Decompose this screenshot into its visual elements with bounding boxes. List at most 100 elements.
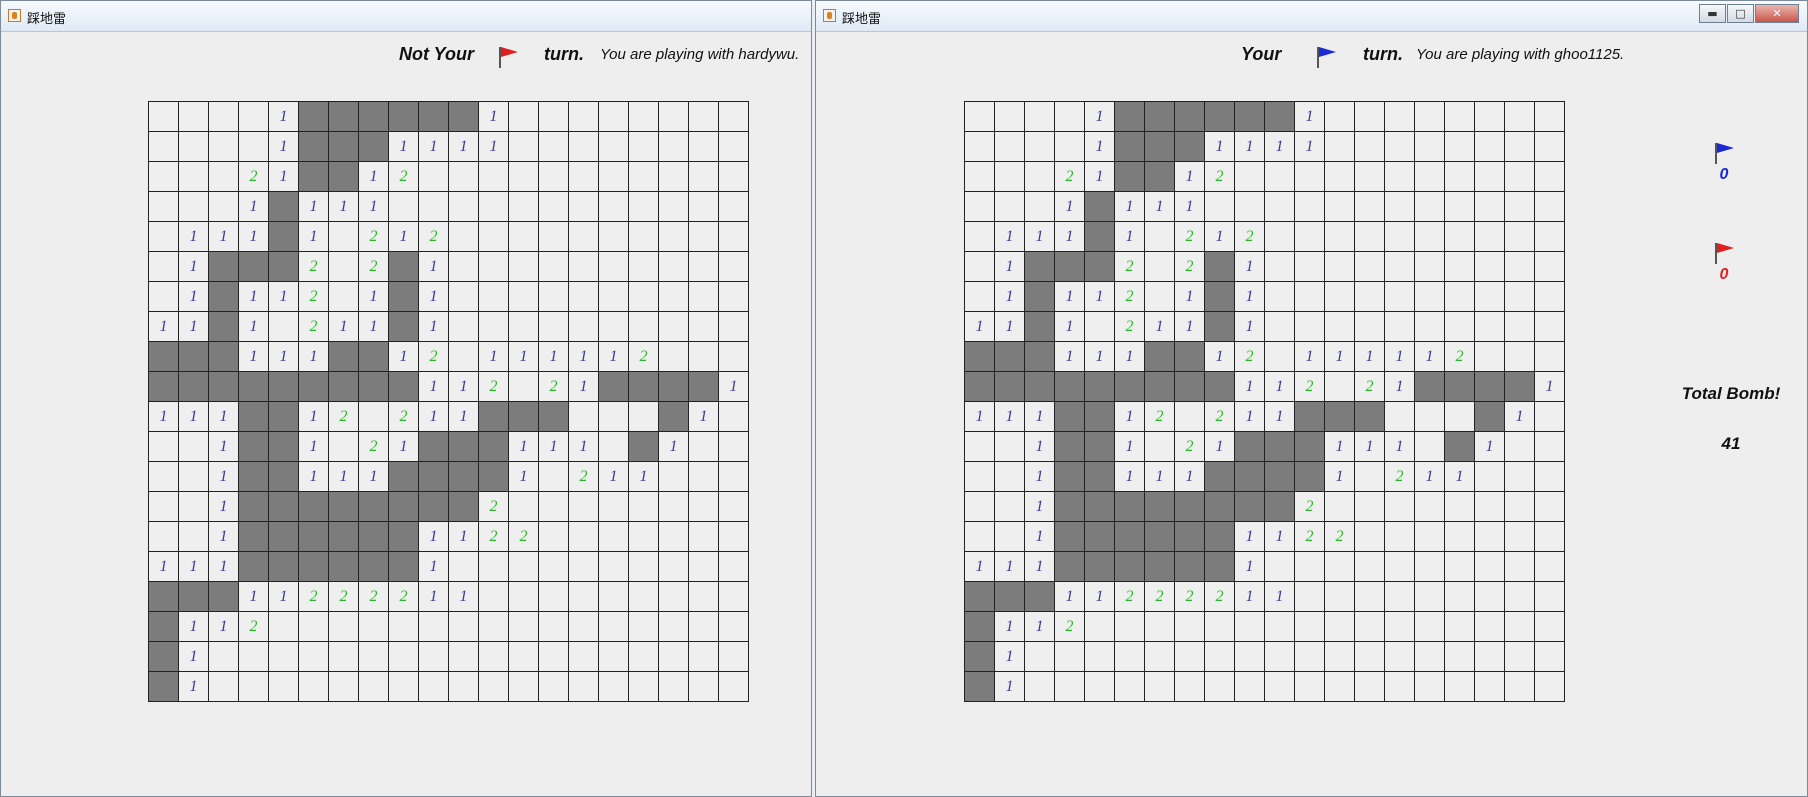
unopened-cell[interactable] (179, 582, 209, 612)
empty-cell[interactable] (1415, 672, 1445, 702)
number-cell[interactable]: 1 (1055, 582, 1085, 612)
unopened-cell[interactable] (269, 222, 299, 252)
empty-cell[interactable] (689, 642, 719, 672)
empty-cell[interactable] (149, 192, 179, 222)
number-cell[interactable]: 2 (1295, 522, 1325, 552)
number-cell[interactable]: 1 (995, 552, 1025, 582)
unopened-cell[interactable] (1145, 102, 1175, 132)
empty-cell[interactable] (1505, 102, 1535, 132)
empty-cell[interactable] (1445, 612, 1475, 642)
empty-cell[interactable] (299, 642, 329, 672)
unopened-cell[interactable] (1235, 462, 1265, 492)
empty-cell[interactable] (1445, 642, 1475, 672)
empty-cell[interactable] (1145, 432, 1175, 462)
empty-cell[interactable] (209, 162, 239, 192)
empty-cell[interactable] (1355, 642, 1385, 672)
unopened-cell[interactable] (1235, 432, 1265, 462)
unopened-cell[interactable] (659, 372, 689, 402)
empty-cell[interactable] (209, 642, 239, 672)
number-cell[interactable]: 1 (1115, 342, 1145, 372)
unopened-cell[interactable] (269, 552, 299, 582)
number-cell[interactable]: 1 (179, 642, 209, 672)
empty-cell[interactable] (1535, 282, 1565, 312)
empty-cell[interactable] (1025, 102, 1055, 132)
empty-cell[interactable] (509, 252, 539, 282)
empty-cell[interactable] (569, 192, 599, 222)
number-cell[interactable]: 1 (449, 582, 479, 612)
empty-cell[interactable] (1385, 312, 1415, 342)
number-cell[interactable]: 1 (659, 432, 689, 462)
empty-cell[interactable] (1355, 582, 1385, 612)
empty-cell[interactable] (1445, 192, 1475, 222)
empty-cell[interactable] (479, 162, 509, 192)
empty-cell[interactable] (1265, 252, 1295, 282)
number-cell[interactable]: 1 (1055, 192, 1085, 222)
number-cell[interactable]: 1 (965, 552, 995, 582)
empty-cell[interactable] (1355, 612, 1385, 642)
empty-cell[interactable] (629, 132, 659, 162)
number-cell[interactable]: 1 (1415, 462, 1445, 492)
number-cell[interactable]: 1 (1115, 222, 1145, 252)
empty-cell[interactable] (269, 612, 299, 642)
empty-cell[interactable] (1325, 612, 1355, 642)
empty-cell[interactable] (1355, 132, 1385, 162)
number-cell[interactable]: 1 (1265, 522, 1295, 552)
empty-cell[interactable] (1355, 312, 1385, 342)
number-cell[interactable]: 1 (1025, 402, 1055, 432)
empty-cell[interactable] (965, 132, 995, 162)
empty-cell[interactable] (569, 642, 599, 672)
unopened-cell[interactable] (1085, 462, 1115, 492)
number-cell[interactable]: 1 (269, 132, 299, 162)
empty-cell[interactable] (329, 432, 359, 462)
unopened-cell[interactable] (149, 372, 179, 402)
empty-cell[interactable] (1535, 612, 1565, 642)
number-cell[interactable]: 1 (1385, 432, 1415, 462)
empty-cell[interactable] (1325, 582, 1355, 612)
empty-cell[interactable] (965, 102, 995, 132)
number-cell[interactable]: 1 (965, 402, 995, 432)
number-cell[interactable]: 1 (209, 492, 239, 522)
unopened-cell[interactable] (1175, 372, 1205, 402)
number-cell[interactable]: 2 (1115, 252, 1145, 282)
unopened-cell[interactable] (1085, 222, 1115, 252)
number-cell[interactable]: 1 (1325, 432, 1355, 462)
number-cell[interactable]: 1 (1115, 402, 1145, 432)
number-cell[interactable]: 1 (179, 252, 209, 282)
empty-cell[interactable] (449, 222, 479, 252)
number-cell[interactable]: 1 (1325, 342, 1355, 372)
number-cell[interactable]: 1 (209, 522, 239, 552)
empty-cell[interactable] (1535, 462, 1565, 492)
empty-cell[interactable] (1055, 132, 1085, 162)
empty-cell[interactable] (209, 672, 239, 702)
empty-cell[interactable] (509, 612, 539, 642)
empty-cell[interactable] (1295, 222, 1325, 252)
empty-cell[interactable] (539, 642, 569, 672)
unopened-cell[interactable] (1295, 432, 1325, 462)
number-cell[interactable]: 2 (1055, 162, 1085, 192)
unopened-cell[interactable] (1025, 252, 1055, 282)
number-cell[interactable]: 2 (1115, 312, 1145, 342)
empty-cell[interactable] (1265, 312, 1295, 342)
empty-cell[interactable] (1145, 612, 1175, 642)
unopened-cell[interactable] (1445, 432, 1475, 462)
number-cell[interactable]: 1 (479, 132, 509, 162)
empty-cell[interactable] (629, 522, 659, 552)
unopened-cell[interactable] (389, 252, 419, 282)
empty-cell[interactable] (1475, 282, 1505, 312)
number-cell[interactable]: 1 (299, 192, 329, 222)
empty-cell[interactable] (719, 612, 749, 642)
number-cell[interactable]: 1 (599, 462, 629, 492)
empty-cell[interactable] (1145, 222, 1175, 252)
number-cell[interactable]: 1 (1265, 582, 1295, 612)
empty-cell[interactable] (1415, 252, 1445, 282)
number-cell[interactable]: 1 (965, 312, 995, 342)
empty-cell[interactable] (569, 162, 599, 192)
empty-cell[interactable] (965, 492, 995, 522)
empty-cell[interactable] (689, 102, 719, 132)
number-cell[interactable]: 1 (995, 312, 1025, 342)
unopened-cell[interactable] (359, 552, 389, 582)
empty-cell[interactable] (965, 252, 995, 282)
empty-cell[interactable] (599, 402, 629, 432)
unopened-cell[interactable] (419, 462, 449, 492)
empty-cell[interactable] (179, 432, 209, 462)
